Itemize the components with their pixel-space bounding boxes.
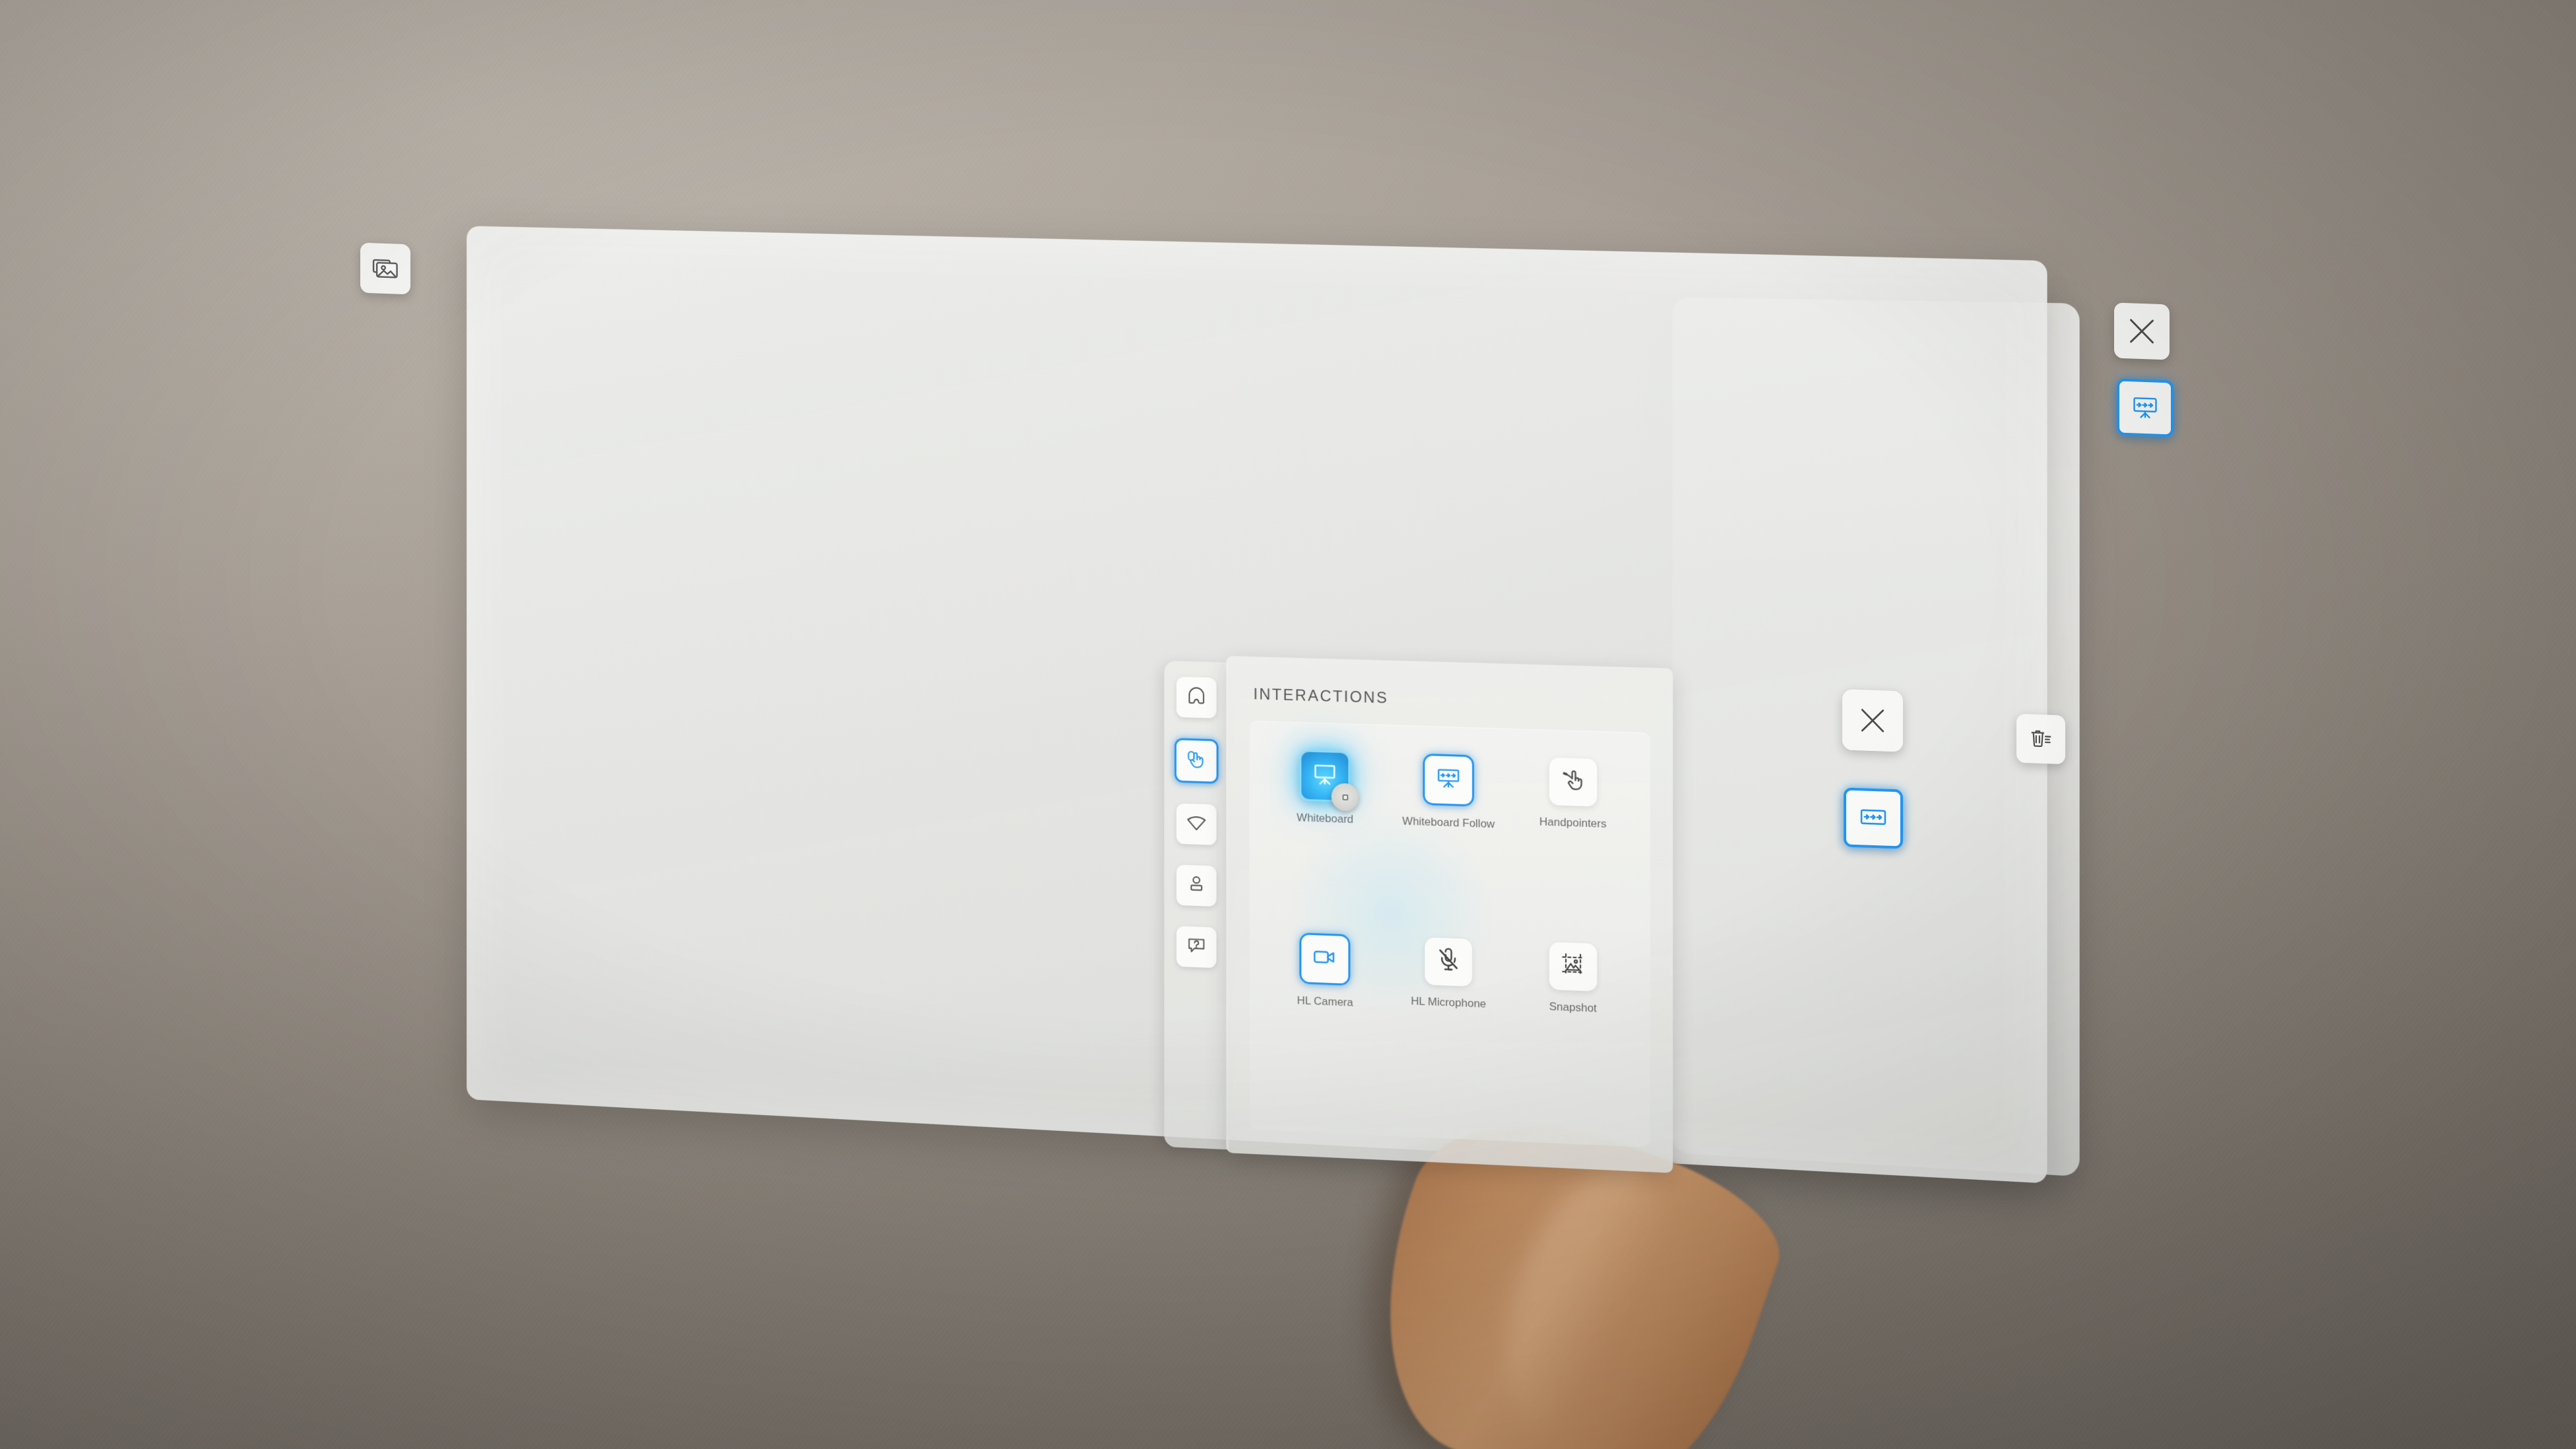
scene-vignette: [0, 0, 2576, 1449]
mixed-reality-screenshot: INTERACTIONS: [0, 0, 2576, 1449]
